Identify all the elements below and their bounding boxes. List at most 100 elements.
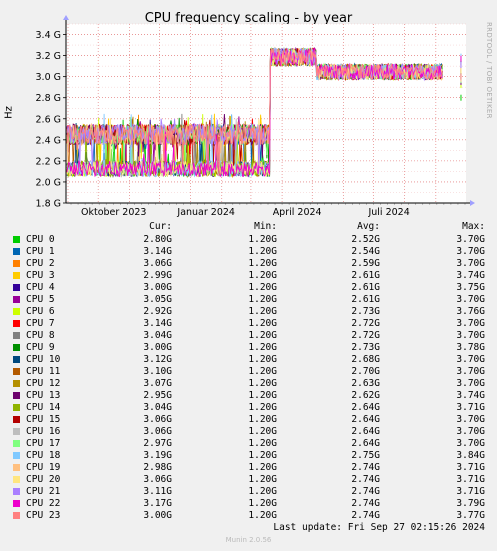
legend-row: CPU 18 3.19G 1.20G 2.75G 3.84G [0, 450, 497, 462]
y-tick-label: 3.2 G [36, 51, 62, 62]
legend-avg-value: 2.64G [351, 402, 380, 413]
legend-series-name: CPU 4 [26, 282, 55, 293]
legend-min-value: 1.20G [248, 258, 277, 269]
legend-avg-value: 2.61G [351, 294, 380, 305]
last-update: Last update: Fri Sep 27 02:15:26 2024 [273, 522, 485, 533]
legend-min-value: 1.20G [248, 486, 277, 497]
legend-swatch [13, 440, 20, 447]
legend-series-name: CPU 20 [26, 474, 61, 485]
legend-cur-value: 3.06G [143, 258, 172, 269]
legend-min-value: 1.20G [248, 354, 277, 365]
legend-avg-value: 2.68G [351, 354, 380, 365]
legend-row: CPU 20 3.06G 1.20G 2.74G 3.71G [0, 474, 497, 486]
legend-min-value: 1.20G [248, 246, 277, 257]
legend-row: CPU 22 3.17G 1.20G 2.74G 3.79G [0, 498, 497, 510]
legend-max-value: 3.70G [456, 234, 485, 245]
legend-series-name: CPU 1 [26, 246, 55, 257]
legend-cur-value: 3.14G [143, 246, 172, 257]
legend-cur-value: 2.95G [143, 390, 172, 401]
legend-row: CPU 15 3.06G 1.20G 2.64G 3.70G [0, 414, 497, 426]
legend-min-value: 1.20G [248, 330, 277, 341]
legend-avg-value: 2.63G [351, 378, 380, 389]
legend-max-value: 3.78G [456, 342, 485, 353]
legend-row: CPU 9 3.00G 1.20G 2.73G 3.78G [0, 342, 497, 354]
legend-min-value: 1.20G [248, 390, 277, 401]
legend-max-value: 3.74G [456, 390, 485, 401]
legend-row: CPU 7 3.14G 1.20G 2.72G 3.70G [0, 318, 497, 330]
legend-max-value: 3.70G [456, 294, 485, 305]
legend-max-value: 3.70G [456, 318, 485, 329]
legend-min-value: 1.20G [248, 438, 277, 449]
legend-swatch [13, 416, 20, 423]
legend-row: CPU 0 2.80G 1.20G 2.52G 3.70G [0, 234, 497, 246]
y-tick-label: 3.4 G [36, 30, 62, 41]
legend-avg-value: 2.64G [351, 426, 380, 437]
legend-swatch [13, 320, 20, 327]
legend-row: CPU 19 2.98G 1.20G 2.74G 3.71G [0, 462, 497, 474]
legend-row: CPU 21 3.11G 1.20G 2.74G 3.71G [0, 486, 497, 498]
legend-avg-value: 2.74G [351, 498, 380, 509]
legend-row: CPU 14 3.04G 1.20G 2.64G 3.71G [0, 402, 497, 414]
legend-header-row: Cur: Min: Avg: Max: [0, 221, 497, 233]
legend-max-value: 3.76G [456, 306, 485, 317]
legend-avg-value: 2.59G [351, 258, 380, 269]
y-tick-label: 2.0 G [36, 177, 62, 188]
legend-min-value: 1.20G [248, 426, 277, 437]
x-tick-label: Oktober 2023 [81, 207, 147, 218]
legend-avg-value: 2.74G [351, 462, 380, 473]
legend-cur-value: 2.97G [143, 438, 172, 449]
legend-avg-value: 2.72G [351, 330, 380, 341]
legend-max-value: 3.70G [456, 426, 485, 437]
legend-min-value: 1.20G [248, 366, 277, 377]
legend-cur-value: 2.99G [143, 270, 172, 281]
legend-series-name: CPU 13 [26, 390, 61, 401]
legend-max-value: 3.70G [456, 366, 485, 377]
legend-swatch [13, 272, 20, 279]
graph-panel: CPU frequency scaling - by year RRDTOOL … [0, 0, 497, 551]
legend-avg-value: 2.73G [351, 342, 380, 353]
legend-series-name: CPU 6 [26, 306, 55, 317]
legend-avg-value: 2.61G [351, 270, 380, 281]
legend-swatch [13, 356, 20, 363]
munin-version: Munin 2.0.56 [225, 536, 272, 544]
y-axis-arrow [63, 15, 69, 20]
legend-min-value: 1.20G [248, 282, 277, 293]
legend-max-value: 3.70G [456, 414, 485, 425]
legend-avg-value: 2.72G [351, 318, 380, 329]
legend-swatch [13, 488, 20, 495]
legend-cur-value: 3.00G [143, 282, 172, 293]
legend-avg-value: 2.61G [351, 282, 380, 293]
legend-row: CPU 4 3.00G 1.20G 2.61G 3.75G [0, 282, 497, 294]
x-axis-arrow [470, 200, 475, 206]
legend-series-name: CPU 7 [26, 318, 55, 329]
legend-cur-value: 3.04G [143, 402, 172, 413]
legend-cur-value: 3.05G [143, 294, 172, 305]
legend-row: CPU 12 3.07G 1.20G 2.63G 3.70G [0, 378, 497, 390]
legend-min-value: 1.20G [248, 510, 277, 521]
legend-max-value: 3.74G [456, 270, 485, 281]
legend-cur-value: 3.00G [143, 510, 172, 521]
legend-series-name: CPU 15 [26, 414, 61, 425]
legend-cur-value: 3.12G [143, 354, 172, 365]
legend-cur-value: 3.11G [143, 486, 172, 497]
legend-series-name: CPU 0 [26, 234, 55, 245]
legend-series-name: CPU 21 [26, 486, 61, 497]
legend-row: CPU 13 2.95G 1.20G 2.62G 3.74G [0, 390, 497, 402]
legend-min-value: 1.20G [248, 234, 277, 245]
legend-avg-value: 2.52G [351, 234, 380, 245]
legend-max-value: 3.71G [456, 462, 485, 473]
legend-series-name: CPU 2 [26, 258, 55, 269]
legend-cur-value: 2.92G [143, 306, 172, 317]
legend-swatch [13, 500, 20, 507]
x-tick-label: Juli 2024 [367, 207, 409, 218]
legend-cur-value: 2.98G [143, 462, 172, 473]
legend-series-name: CPU 16 [26, 426, 61, 437]
legend-cur-value: 3.19G [143, 450, 172, 461]
legend-max-value: 3.71G [456, 486, 485, 497]
legend-row: CPU 5 3.05G 1.20G 2.61G 3.70G [0, 294, 497, 306]
y-tick-label: 2.8 G [36, 93, 62, 104]
legend-avg-value: 2.62G [351, 390, 380, 401]
legend-row: CPU 16 3.06G 1.20G 2.64G 3.70G [0, 426, 497, 438]
header-avg: Avg: [357, 221, 380, 232]
legend-swatch [13, 236, 20, 243]
